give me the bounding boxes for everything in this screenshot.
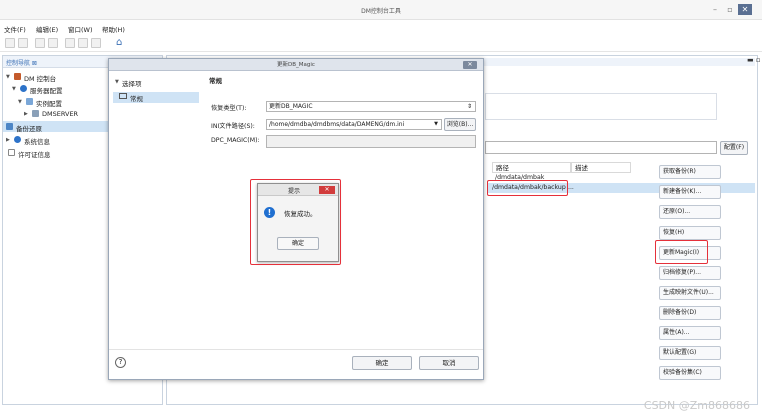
ini-path-value: /home/dmdba/dmdbms/data/DAMENG/dm.ini (269, 121, 405, 128)
archive-repair-button[interactable]: 归档修复(P)... (659, 266, 721, 280)
toolbar: ⌂ (0, 35, 762, 52)
tree-item-dm-console[interactable]: DM 控制台 (24, 73, 56, 83)
dialog-ok-button[interactable]: 确定 (352, 356, 412, 370)
restore-button[interactable]: 还原(O)... (659, 205, 721, 219)
nav-expand-icon[interactable]: ▼ (115, 79, 119, 85)
tree-item-license[interactable]: 许可证信息 (18, 149, 51, 159)
default-config-button[interactable]: 默认配置(G) (659, 346, 721, 360)
info-icon (14, 136, 21, 143)
panel-tab[interactable]: 控制导航 ⊠ (6, 58, 37, 67)
col-header-desc[interactable]: 描述 (571, 162, 631, 173)
browse-button[interactable]: 浏览(B)... (444, 118, 476, 131)
config-button[interactable]: 配置(F) (720, 141, 748, 155)
properties-button[interactable]: 属性(A)... (659, 326, 721, 340)
server-config-icon (20, 85, 27, 92)
tree-item-dmserver[interactable]: DMSERVER (42, 110, 78, 118)
get-backup-button[interactable]: 获取备份(R) (659, 165, 721, 179)
backup-dir-input[interactable] (485, 141, 717, 154)
undo-icon[interactable] (35, 38, 45, 48)
watermark: CSDN @Zm868686 (643, 399, 750, 412)
new-backup-button[interactable]: 新建备份(K)... (659, 185, 721, 199)
save-icon[interactable] (5, 38, 15, 48)
divider (109, 349, 483, 350)
nav-item-label: 常规 (130, 95, 143, 103)
general-icon (119, 93, 127, 99)
window-titlebar: DM控制台工具 – ▫ ✕ (0, 0, 762, 20)
expand-arrow-icon[interactable]: ▼ (6, 74, 10, 80)
license-icon (8, 149, 15, 156)
help-icon[interactable]: ? (115, 357, 126, 368)
tree-item-backup-restore[interactable]: 备份还原 (16, 123, 42, 133)
window-title: DM控制台工具 (361, 8, 401, 15)
database-icon (32, 110, 39, 117)
nav-header: 选择项 (122, 80, 142, 88)
tree-item-server-config[interactable]: 服务器配置 (30, 85, 63, 95)
backup-icon (6, 123, 13, 130)
copy-icon[interactable] (78, 38, 88, 48)
tree-item-system-info[interactable]: 系统信息 (24, 136, 50, 146)
restore-type-value: 更新DB_MAGIC (269, 103, 313, 110)
dialog-title: 更新DB_Magic (109, 59, 483, 71)
minimize-maximize-icon[interactable]: ▬ ▫ (747, 56, 761, 64)
save-all-icon[interactable] (18, 38, 28, 48)
collapse-arrow-icon[interactable]: ▶ (6, 137, 10, 143)
spinner-icon: ⇕ (466, 103, 472, 110)
menu-help[interactable]: 帮助(H) (102, 24, 125, 34)
highlight-box-alert (250, 179, 341, 265)
recover-button[interactable]: 恢复(H) (659, 226, 721, 240)
menu-window[interactable]: 窗口(W) (68, 24, 93, 34)
table-cell-desc: ... (568, 184, 574, 191)
expand-arrow-icon[interactable]: ▼ (18, 99, 22, 105)
dialog-cancel-button[interactable]: 取消 (419, 356, 479, 370)
ini-path-input[interactable]: /home/dmdba/dmdbms/data/DAMENG/dm.ini ▼ (266, 119, 442, 130)
close-window-icon[interactable]: ✕ (738, 4, 752, 15)
verify-backup-button[interactable]: 校验备份集(C) (659, 366, 721, 380)
dm-logo-icon (14, 73, 21, 80)
restore-type-label: 恢复类型(T): (211, 105, 247, 112)
maximize-icon[interactable]: ▫ (723, 4, 737, 15)
dpc-magic-label: DPC_MAGIC(M): (211, 137, 260, 144)
highlight-box-magic (655, 240, 708, 264)
menu-file[interactable]: 文件(F) (4, 24, 26, 34)
redo-icon[interactable] (48, 38, 58, 48)
expand-arrow-icon[interactable]: ▼ (12, 86, 16, 92)
minimize-icon[interactable]: – (708, 4, 722, 15)
content-header (479, 58, 755, 66)
section-title: 常规 (209, 77, 222, 85)
dropdown-icon[interactable]: ▼ (434, 120, 438, 129)
paste-icon[interactable] (91, 38, 101, 48)
dialog-close-icon[interactable]: ✕ (463, 61, 477, 69)
menu-bar: 文件(F) 编辑(E) 窗口(W) 帮助(H) (0, 21, 762, 35)
col-header-path[interactable]: 路径 (492, 162, 571, 173)
home-icon[interactable]: ⌂ (116, 37, 122, 48)
ini-path-label: INI文件路径(S): (211, 123, 255, 130)
cut-icon[interactable] (65, 38, 75, 48)
instance-config-icon (26, 98, 33, 105)
collapse-arrow-icon[interactable]: ▶ (24, 111, 28, 117)
tree-item-instance-config[interactable]: 实例配置 (36, 98, 62, 108)
dialog-nav: ▼ 选择项 常规 (113, 75, 199, 357)
dpc-magic-input[interactable] (266, 135, 476, 148)
delete-backup-button[interactable]: 删除备份(D) (659, 306, 721, 320)
menu-edit[interactable]: 编辑(E) (36, 24, 58, 34)
info-box (485, 93, 717, 120)
generate-map-button[interactable]: 生成映射文件(U)... (659, 286, 721, 300)
restore-type-select[interactable]: 更新DB_MAGIC ⇕ (266, 101, 476, 112)
highlight-box-path (487, 180, 568, 196)
